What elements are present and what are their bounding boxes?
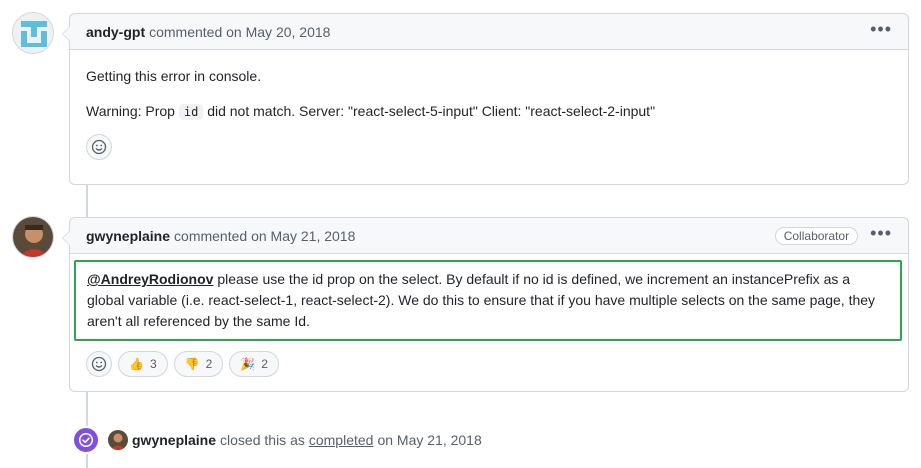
- user-photo-icon: [13, 217, 53, 257]
- reactions-bar: 👍 3 👎 2 🎉 2: [70, 347, 908, 391]
- thumbs-up-icon: 👍: [129, 357, 144, 371]
- comment-body: Getting this error in console. Warning: …: [70, 50, 908, 138]
- collaborator-badge: Collaborator: [774, 226, 859, 245]
- add-reaction-button[interactable]: [86, 134, 112, 160]
- kebab-horizontal-icon[interactable]: •••: [870, 20, 892, 44]
- identicon-icon: [13, 13, 53, 53]
- smiley-icon: [91, 139, 107, 155]
- warning-suffix: did not match. Server: "react-select-5-i…: [207, 103, 656, 119]
- comment-author[interactable]: gwyneplaine: [86, 228, 170, 244]
- party-popper-icon: 🎉: [240, 357, 256, 371]
- reactions-bar: [70, 134, 908, 174]
- highlighted-comment-body: @AndreyRodionov please use the id prop o…: [74, 260, 902, 341]
- event-text: closed this as: [220, 432, 305, 448]
- comment-header: gwyneplaine commented on May 21, 2018 Co…: [70, 218, 908, 254]
- avatar-gwyneplaine-small[interactable]: [108, 430, 128, 450]
- comment-box: gwyneplaine commented on May 21, 2018 Co…: [62, 217, 909, 392]
- reaction-count: 2: [261, 357, 268, 371]
- event-author[interactable]: gwyneplaine: [132, 432, 216, 448]
- user-photo-icon: [108, 430, 128, 450]
- kebab-horizontal-icon[interactable]: •••: [870, 224, 892, 248]
- closed-event: gwyneplaine closed this as completed on …: [72, 426, 482, 454]
- comment-timestamp[interactable]: commented on May 20, 2018: [149, 24, 330, 40]
- timeline-line: [86, 184, 88, 218]
- comment-author[interactable]: andy-gpt: [86, 24, 145, 40]
- reaction-thumbs-down[interactable]: 👎 2: [173, 351, 224, 377]
- avatar-gwyneplaine[interactable]: [12, 216, 54, 258]
- reaction-count: 3: [149, 357, 157, 371]
- comment-box: andy-gpt commented on May 20, 2018 ••• G…: [62, 13, 909, 185]
- comment-text: Warning: Prop id did not match. Server: …: [86, 101, 892, 122]
- issue-timeline: andy-gpt commented on May 20, 2018 ••• G…: [0, 0, 921, 468]
- avatar-andy-gpt[interactable]: [12, 12, 54, 54]
- comment-text: Getting this error in console.: [86, 68, 262, 84]
- comment-header: andy-gpt commented on May 20, 2018 •••: [70, 14, 908, 50]
- reaction-party[interactable]: 🎉 2: [229, 351, 279, 377]
- check-circle-icon: [72, 426, 100, 454]
- thumbs-down-icon: 👎: [184, 357, 200, 371]
- inline-code: id: [178, 104, 204, 120]
- completed-link[interactable]: completed: [309, 432, 374, 448]
- comment-timestamp[interactable]: commented on May 21, 2018: [174, 228, 355, 244]
- reaction-thumbs-up[interactable]: 👍 3: [118, 351, 168, 377]
- event-date[interactable]: on May 21, 2018: [377, 432, 481, 448]
- timeline-line: [86, 391, 88, 427]
- user-mention-link[interactable]: @AndreyRodionov: [87, 271, 213, 287]
- timeline-line: [86, 454, 88, 468]
- smiley-icon: [91, 356, 107, 372]
- add-reaction-button[interactable]: [86, 351, 112, 377]
- warning-prefix: Warning: Prop: [86, 103, 175, 119]
- reaction-count: 2: [205, 357, 213, 371]
